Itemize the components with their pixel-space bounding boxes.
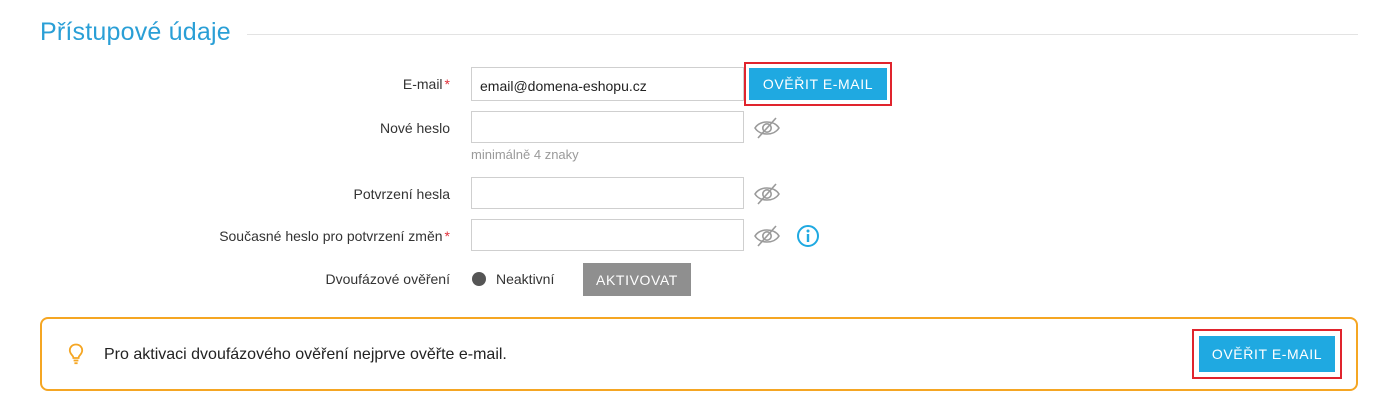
alert-verify-email-button[interactable]: Ověřit e-mail [1199, 336, 1335, 372]
lightbulb-icon [68, 343, 84, 365]
required-mark: * [444, 228, 450, 244]
access-credentials-page: Přístupové údaje E-mail* Ověřit e-mail N… [0, 0, 1400, 417]
alert-verify-email-highlight: Ověřit e-mail [1192, 329, 1342, 379]
section-header: Přístupové údaje [40, 14, 1358, 50]
email-input[interactable] [471, 67, 744, 101]
two-factor-row: Dvoufázové ověření [0, 262, 1400, 296]
new-password-label: Nové heslo [379, 120, 450, 136]
current-password-label: Současné heslo pro potvrzení změn * [219, 228, 450, 244]
verify-email-highlight: Ověřit e-mail [744, 62, 892, 106]
confirm-password-label: Potvrzení hesla [353, 186, 451, 202]
confirm-password-row: Potvrzení hesla [0, 177, 1400, 211]
new-password-input[interactable] [471, 111, 744, 143]
confirm-password-input[interactable] [471, 177, 744, 209]
two-factor-label: Dvoufázové ověření [325, 271, 450, 287]
eye-slash-icon[interactable] [753, 224, 781, 248]
info-icon[interactable] [796, 224, 820, 248]
current-password-input[interactable] [471, 219, 744, 251]
new-password-row: Nové heslo [0, 111, 1400, 145]
verify-email-button[interactable]: Ověřit e-mail [749, 68, 887, 100]
two-factor-status: Neaktivní [496, 271, 555, 287]
password-hint: minimálně 4 znaky [471, 147, 579, 162]
status-indicator-icon [472, 272, 486, 286]
section-divider [246, 33, 1358, 35]
required-mark: * [444, 76, 450, 92]
email-row: E-mail * [0, 67, 1400, 101]
eye-slash-icon[interactable] [753, 182, 781, 206]
email-label: E-mail * [402, 76, 450, 92]
two-factor-alert: Pro aktivaci dvoufázového ověření nejprv… [40, 317, 1358, 391]
activate-two-factor-button[interactable]: AKTIVOVAT [583, 263, 691, 296]
current-password-row: Současné heslo pro potvrzení změn * [0, 219, 1400, 253]
section-title: Přístupové údaje [40, 17, 231, 46]
eye-slash-icon[interactable] [753, 116, 781, 140]
alert-message: Pro aktivaci dvoufázového ověření nejprv… [104, 346, 507, 363]
